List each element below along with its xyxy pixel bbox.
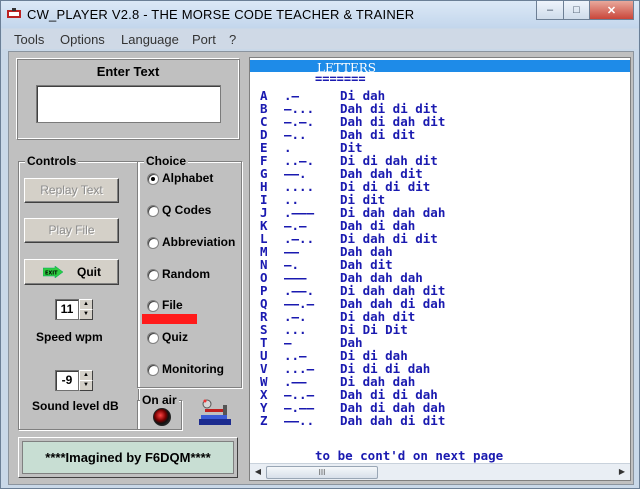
- exit-badge-text: EXIT: [45, 271, 58, 277]
- quit-button[interactable]: EXIT Quit: [24, 259, 119, 285]
- menu-port[interactable]: Port: [192, 32, 216, 47]
- letters-viewer-content: LETTERS ======= A .– Di dah B –... Dah di di …: [250, 58, 630, 463]
- choice-monitoring[interactable]: Monitoring: [147, 362, 247, 378]
- window-title: CW_PLAYER V2.8 - THE MORSE CODE TEACHER …: [27, 7, 415, 22]
- choice-label: Choice: [144, 154, 189, 168]
- file-indicator-bar: [142, 314, 197, 324]
- choice-alphabet[interactable]: Alphabet: [147, 171, 247, 187]
- play-file-button[interactable]: Play File: [24, 218, 119, 243]
- menu-language[interactable]: Language: [121, 32, 179, 47]
- credit-panel: ****Imagined by F6DQM****: [18, 437, 238, 478]
- choice-alphabet-label: Alphabet: [162, 171, 214, 185]
- enter-text-panel: Enter Text: [16, 58, 240, 140]
- replay-text-button[interactable]: Replay Text: [24, 178, 119, 203]
- choice-abbreviation-label: Abbreviation: [162, 235, 236, 249]
- onair-label: On air: [140, 393, 179, 407]
- choice-abbreviation[interactable]: Abbreviation: [147, 235, 247, 251]
- scroll-thumb[interactable]: III: [266, 466, 378, 479]
- scroll-left-icon[interactable]: ◀: [252, 466, 264, 478]
- sound-level-value[interactable]: -9: [55, 370, 79, 391]
- enter-text-input[interactable]: [36, 85, 221, 123]
- sound-level-spinner[interactable]: -9 ▲ ▼: [55, 370, 93, 391]
- choice-file[interactable]: File: [147, 298, 247, 314]
- choice-quiz[interactable]: Quiz: [147, 330, 247, 346]
- choice-random[interactable]: Random: [147, 267, 247, 283]
- speed-label: Speed wpm: [36, 330, 103, 344]
- letters-underline: =======: [315, 72, 366, 86]
- menu-bar: Tools Options Language Port ?: [2, 29, 638, 49]
- menu-tools[interactable]: Tools: [14, 32, 44, 47]
- choice-monitoring-label: Monitoring: [162, 362, 224, 376]
- menu-options[interactable]: Options: [60, 32, 105, 47]
- quit-label: Quit: [77, 265, 101, 279]
- letters-header-bar: LETTERS: [250, 60, 630, 75]
- on-air-lamp-icon: [153, 408, 171, 426]
- radio-icon[interactable]: [147, 269, 159, 281]
- app-window: CW_PLAYER V2.8 - THE MORSE CODE TEACHER …: [0, 0, 640, 489]
- continued-note: to be cont'd on next page: [315, 448, 504, 463]
- choice-random-label: Random: [162, 267, 210, 281]
- radio-icon[interactable]: [147, 237, 159, 249]
- enter-text-title: Enter Text: [96, 64, 160, 79]
- letters-viewer[interactable]: LETTERS ======= A .– Di dah B –... Dah di di …: [249, 57, 631, 481]
- radio-icon[interactable]: [147, 364, 159, 376]
- radio-icon[interactable]: [147, 205, 159, 217]
- morse-code: ––..: [284, 413, 315, 428]
- radio-icon[interactable]: [147, 300, 159, 312]
- title-bar[interactable]: CW_PLAYER V2.8 - THE MORSE CODE TEACHER …: [1, 1, 639, 28]
- morse-sound: Dah dah di dit: [340, 413, 446, 428]
- credit-text: ****Imagined by F6DQM****: [22, 441, 234, 474]
- choice-quiz-label: Quiz: [162, 330, 188, 344]
- speed-value[interactable]: 11: [55, 299, 79, 320]
- morse-key-icon: [199, 399, 231, 425]
- speed-spinner[interactable]: 11 ▲ ▼: [55, 299, 93, 320]
- radio-icon[interactable]: [147, 332, 159, 344]
- exit-icon: EXIT: [43, 266, 63, 278]
- horizontal-scrollbar[interactable]: ◀ III ▶: [250, 463, 630, 480]
- menu-help[interactable]: ?: [229, 32, 236, 47]
- main-client-area: Enter Text Controls Choice On air Replay…: [8, 51, 634, 485]
- maximize-button[interactable]: □: [563, 1, 590, 20]
- minimize-button[interactable]: –: [536, 1, 564, 20]
- app-icon: [7, 8, 21, 18]
- choice-file-label: File: [162, 298, 183, 312]
- sound-down-arrow-icon[interactable]: ▼: [79, 380, 93, 391]
- choice-q-codes-label: Q Codes: [162, 203, 212, 217]
- scroll-right-icon[interactable]: ▶: [616, 466, 628, 478]
- controls-label: Controls: [25, 154, 79, 168]
- speed-down-arrow-icon[interactable]: ▼: [79, 309, 93, 320]
- morse-letter: Z: [260, 413, 268, 428]
- radio-checked-icon[interactable]: [147, 173, 159, 185]
- sound-level-label: Sound level dB: [32, 399, 119, 413]
- choice-q-codes[interactable]: Q Codes: [147, 203, 247, 219]
- close-button[interactable]: ✕: [589, 1, 634, 20]
